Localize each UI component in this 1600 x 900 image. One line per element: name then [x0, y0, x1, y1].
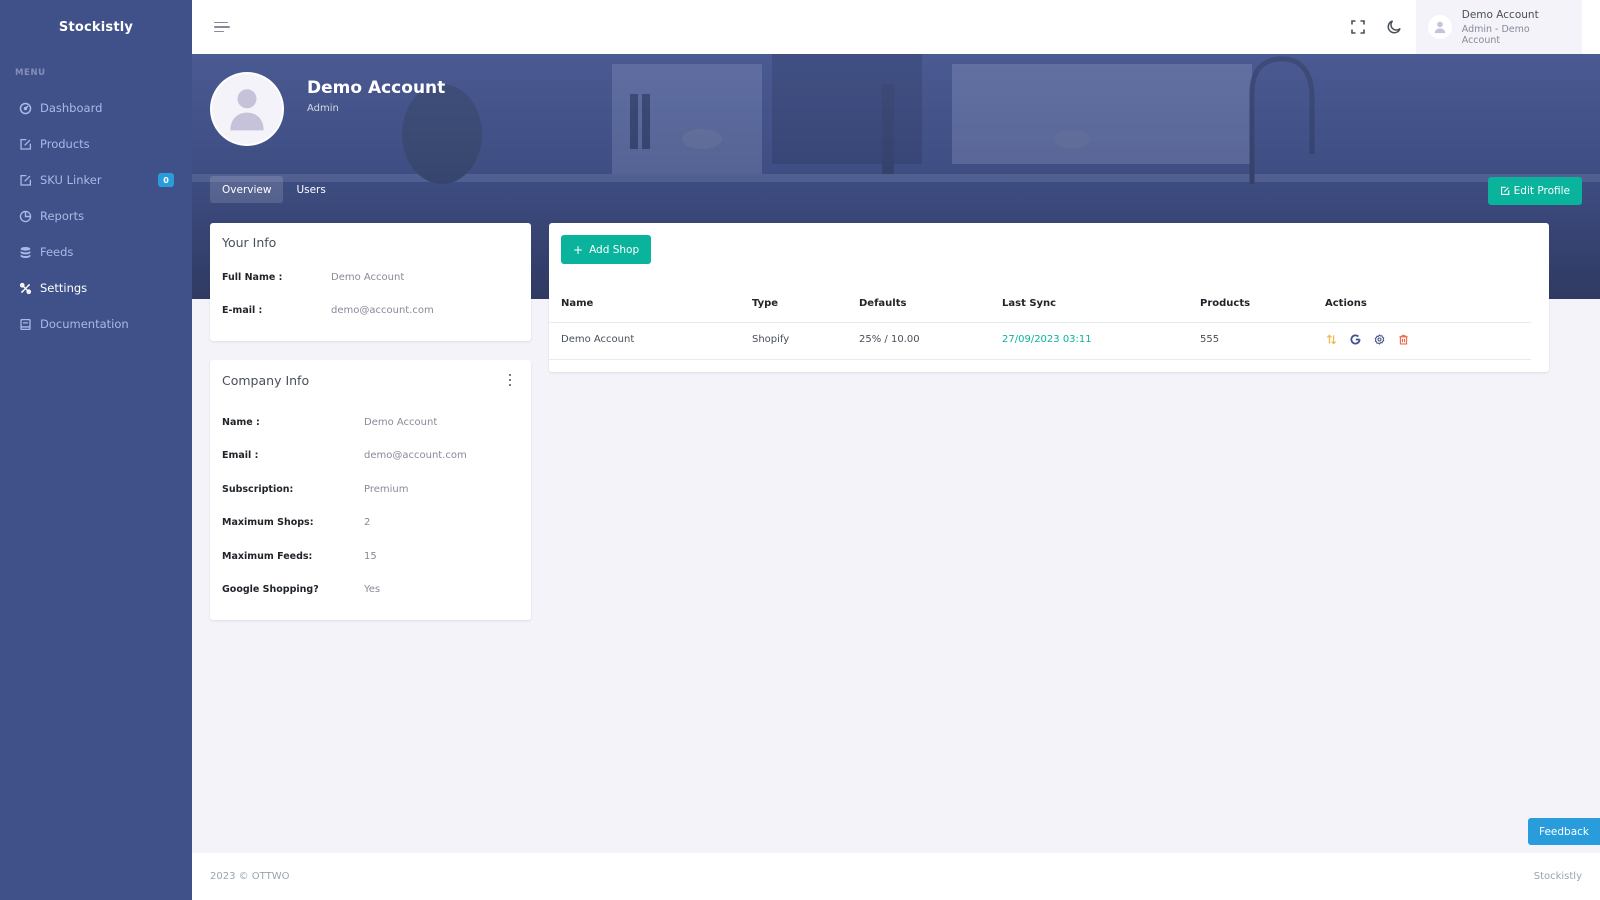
shop-defaults: 25% / 10.00 [859, 334, 920, 345]
column-header-actions: Actions [1325, 298, 1367, 309]
edit-box-icon [19, 174, 32, 187]
full-name-value: Demo Account [331, 272, 405, 283]
user-avatar [1428, 15, 1452, 39]
shop-products-count: 555 [1200, 334, 1220, 345]
user-silhouette-icon [230, 89, 264, 131]
shops-card: + Add Shop Name Type Defaults Last Sync … [549, 223, 1549, 372]
table-divider [549, 359, 1531, 360]
sidebar-item-label: Reports [40, 209, 85, 223]
book-icon [19, 318, 32, 331]
company-info-label: Name : [222, 417, 260, 428]
database-icon [19, 246, 32, 259]
sidebar-item-sku-linker[interactable]: SKU Linker 0 [0, 162, 192, 198]
company-info-label: Google Shopping? [222, 584, 319, 595]
dashboard-gauge-icon [19, 102, 32, 115]
column-header-products: Products [1200, 298, 1251, 309]
fullscreen-icon[interactable] [1340, 9, 1376, 45]
moon-icon[interactable] [1376, 9, 1412, 45]
row-actions [1325, 333, 1409, 345]
topbar: Demo Account Admin - Demo Account [192, 0, 1600, 54]
company-info-label: Subscription: [222, 484, 294, 495]
sidebar-item-feeds[interactable]: Feeds [0, 234, 192, 270]
edit-profile-button[interactable]: Edit Profile [1487, 177, 1582, 205]
sidebar-item-settings[interactable]: Settings [0, 270, 192, 306]
column-header-last-sync: Last Sync [1002, 298, 1057, 309]
user-role: Admin - Demo Account [1461, 23, 1530, 46]
sidebar-item-label: SKU Linker [40, 173, 102, 187]
company-info-label: Maximum Feeds: [222, 551, 313, 562]
sku-linker-count-badge: 0 [158, 173, 174, 187]
shop-type: Shopify [752, 334, 790, 345]
sidebar-item-dashboard[interactable]: Dashboard [0, 90, 192, 126]
sidebar-item-label: Products [40, 137, 90, 151]
sync-arrows-icon[interactable] [1325, 333, 1337, 345]
company-info-value: demo@account.com [364, 450, 467, 461]
profile-name: Demo Account [307, 78, 446, 98]
sidebar-item-documentation[interactable]: Documentation [0, 306, 192, 342]
sidebar-nav: Dashboard Products SKU Linker 0 Reports [0, 90, 192, 342]
tab-overview[interactable]: Overview [210, 176, 284, 203]
add-shop-label: Add Shop [589, 243, 640, 256]
column-header-defaults: Defaults [859, 298, 907, 309]
column-header-name: Name [561, 298, 594, 309]
edit-box-icon [19, 138, 32, 151]
settings-gear-icon[interactable] [1373, 333, 1385, 345]
google-icon[interactable] [1349, 333, 1361, 345]
company-info-value: Yes [364, 584, 381, 595]
sidebar-item-label: Dashboard [40, 101, 103, 115]
user-menu[interactable]: Demo Account Admin - Demo Account [1416, 0, 1582, 54]
edit-icon [1500, 186, 1509, 195]
sidebar-item-label: Settings [40, 281, 88, 295]
edit-profile-label: Edit Profile [1513, 185, 1570, 197]
company-info-value: Demo Account [364, 417, 438, 428]
shop-name[interactable]: Demo Account [561, 334, 634, 345]
company-info-label: Maximum Shops: [222, 517, 314, 528]
user-silhouette-icon [1434, 21, 1446, 34]
shop-last-sync: 27/09/2023 03:11 [1002, 334, 1092, 345]
hamburger-icon[interactable] [214, 20, 230, 34]
pie-chart-icon [19, 210, 32, 223]
footer-copyright: 2023 © OTTWO [210, 871, 290, 882]
profile-avatar[interactable] [210, 72, 284, 146]
tools-icon [19, 282, 32, 295]
company-info-card: Company Info Name : Demo Account Email : de… [210, 360, 531, 620]
plus-icon: + [573, 242, 584, 257]
your-info-title: Your Info [222, 235, 277, 250]
footer: 2023 © OTTWO Stockistly [192, 853, 1600, 900]
add-shop-button[interactable]: + Add Shop [561, 235, 652, 264]
company-info-title: Company Info [222, 373, 310, 388]
profile-tabs: Overview Users [210, 176, 339, 203]
column-header-type: Type [752, 298, 779, 309]
email-value: demo@account.com [331, 305, 434, 316]
delete-trash-icon[interactable] [1397, 333, 1409, 345]
email-label: E-mail : [222, 305, 263, 316]
company-info-value: 15 [364, 551, 377, 562]
full-name-label: Full Name : [222, 272, 283, 283]
brand-logo[interactable]: Stockistly [0, 0, 192, 54]
sidebar-item-label: Documentation [40, 317, 129, 331]
more-options-icon[interactable] [505, 374, 515, 386]
footer-brand: Stockistly [1533, 871, 1582, 882]
company-info-value: Premium [364, 484, 409, 495]
sidebar-item-reports[interactable]: Reports [0, 198, 192, 234]
user-name: Demo Account [1461, 8, 1539, 21]
tab-users[interactable]: Users [284, 176, 337, 203]
sidebar-item-label: Feeds [40, 245, 74, 259]
your-info-card: Your Info Full Name : Demo Account E-mai… [210, 223, 531, 341]
company-info-label: Email : [222, 450, 259, 461]
menu-title: MENU [15, 68, 46, 78]
table-divider [549, 322, 1531, 323]
sidebar-item-products[interactable]: Products [0, 126, 192, 162]
sidebar: Stockistly MENU Dashboard Products SKU L… [0, 0, 192, 900]
feedback-button[interactable]: Feedback [1527, 818, 1600, 845]
company-info-value: 2 [364, 517, 371, 528]
profile-role: Admin [307, 103, 339, 114]
